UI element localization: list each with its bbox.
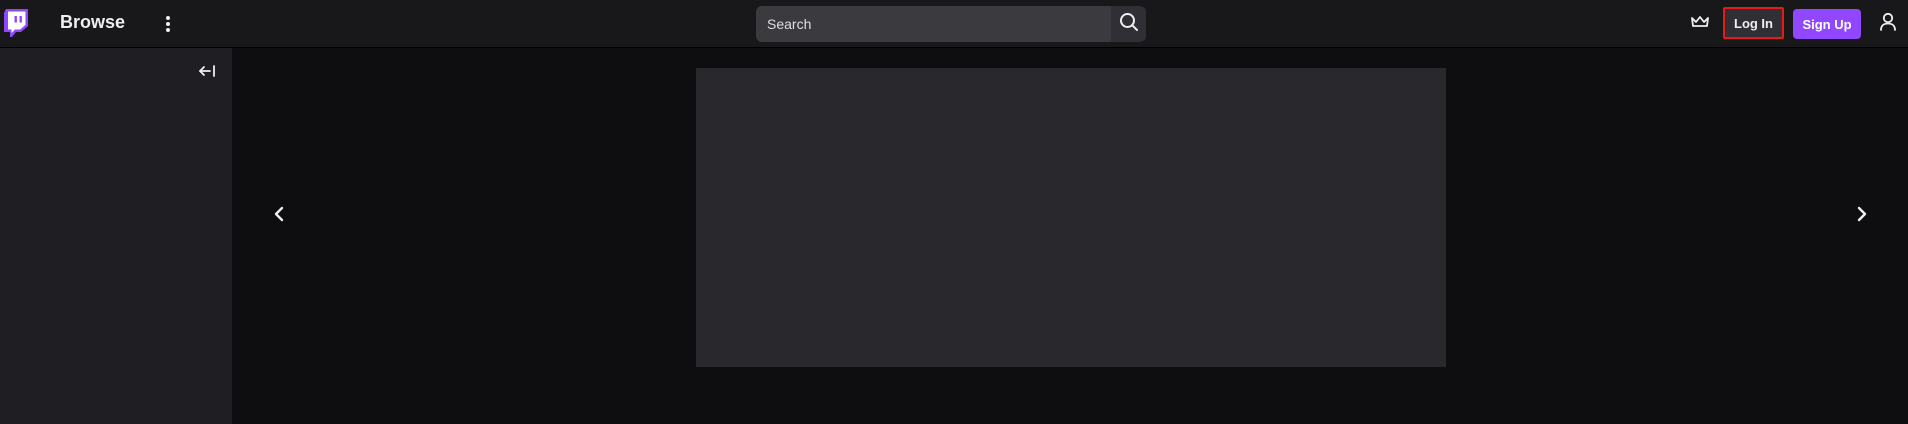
- crown-icon: [1690, 14, 1710, 35]
- browse-link[interactable]: Browse: [60, 11, 125, 33]
- chevron-left-icon: [272, 205, 286, 228]
- top-navigation: Browse Log In Sign Up: [0, 0, 1908, 48]
- user-menu-button[interactable]: [1876, 11, 1900, 37]
- vertical-ellipsis-icon[interactable]: [158, 12, 178, 36]
- search-icon: [1119, 12, 1139, 37]
- chevron-right-icon: [1855, 205, 1869, 228]
- login-button[interactable]: Log In: [1723, 7, 1784, 39]
- carousel-previous-button[interactable]: [267, 204, 291, 228]
- search-button[interactable]: [1111, 6, 1146, 42]
- twitch-logo-icon[interactable]: [4, 9, 30, 39]
- main-content: [232, 48, 1908, 424]
- search-input[interactable]: [756, 6, 1111, 42]
- signup-button[interactable]: Sign Up: [1793, 9, 1861, 39]
- carousel-next-button[interactable]: [1850, 204, 1874, 228]
- side-navigation: [0, 48, 232, 424]
- collapse-sidebar-button[interactable]: [196, 63, 218, 83]
- prime-crown-button[interactable]: [1688, 12, 1712, 36]
- featured-stream-placeholder[interactable]: [696, 68, 1446, 367]
- search-bar: [756, 6, 1146, 42]
- collapse-left-icon: [198, 64, 216, 83]
- user-icon: [1879, 12, 1897, 37]
